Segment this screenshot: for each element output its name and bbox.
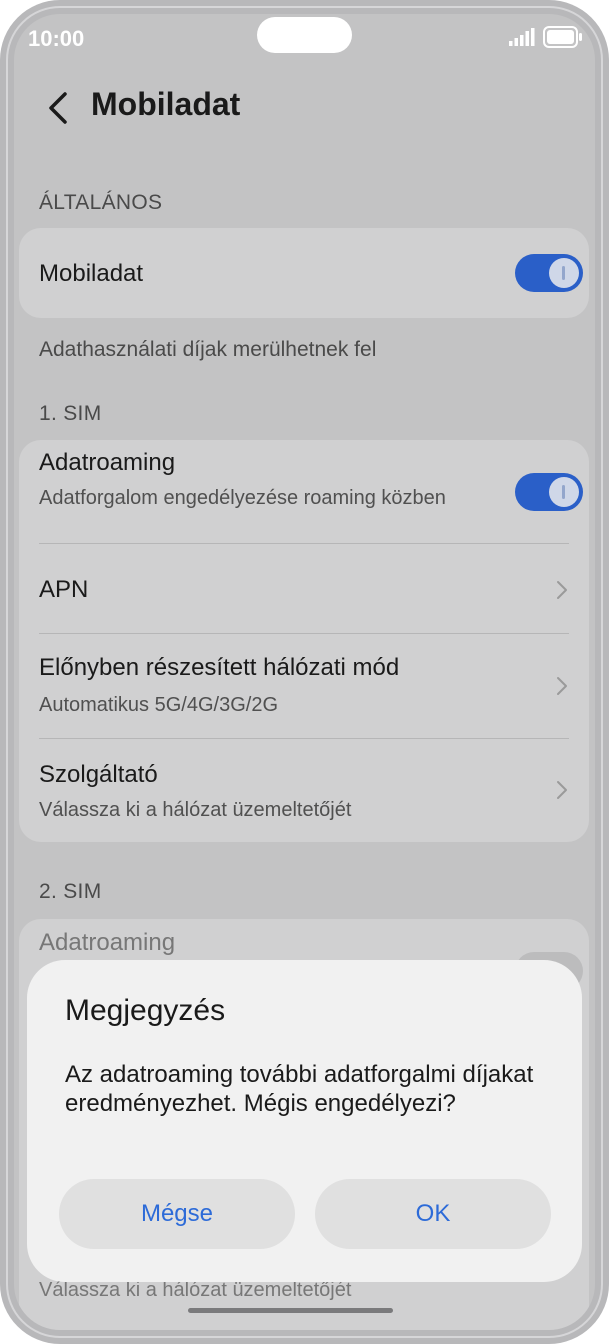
cancel-button[interactable]: Mégse [59, 1179, 295, 1249]
sim1-roaming-subtitle: Adatforgalom engedélyezése roaming közbe… [39, 487, 446, 509]
dynamic-island [257, 17, 352, 53]
operator-title: Szolgáltató [39, 761, 158, 788]
chevron-right-icon [557, 581, 567, 599]
mobile-data-label: Mobiladat [39, 260, 144, 287]
battery-icon [543, 26, 582, 48]
mobile-data-card: Mobiladat [19, 228, 589, 318]
screen: 10:00 Mobiladat ÁLTALÁNOS Mobiladat Adat… [14, 14, 595, 1330]
apn-label: APN [39, 576, 89, 603]
phone-frame: 10:00 Mobiladat ÁLTALÁNOS Mobiladat Adat… [0, 0, 609, 1344]
sim1-operator-row[interactable]: Szolgáltató Válassza ki a hálózat üzemel… [19, 739, 589, 842]
status-time: 10:00 [28, 26, 85, 51]
chevron-right-icon [557, 677, 567, 695]
sim1-roaming-title: Adatroaming [39, 449, 176, 476]
page-title: Mobiladat [91, 86, 241, 122]
sim1-network-mode-row[interactable]: Előnyben részesített hálózati mód Automa… [19, 634, 589, 737]
network-mode-title: Előnyben részesített hálózati mód [39, 654, 400, 681]
sim1-roaming-toggle[interactable] [515, 473, 583, 511]
chevron-right-icon [557, 781, 567, 799]
section-sim2-label: 2. SIM [39, 880, 102, 903]
mobile-data-toggle[interactable] [515, 254, 583, 292]
operator-subtitle: Válassza ki a hálózat üzemeltetőjét [39, 799, 352, 821]
data-charge-hint: Adathasználati díjak merülhetnek fel [39, 338, 377, 361]
sim1-roaming-row[interactable]: Adatroaming Adatforgalom engedélyezése r… [19, 440, 589, 543]
section-general-label: ÁLTALÁNOS [39, 191, 163, 214]
section-sim1-label: 1. SIM [39, 402, 102, 425]
dialog-message: Az adatroaming további adatforgalmi díja… [65, 1061, 534, 1117]
ok-button[interactable]: OK [315, 1179, 551, 1249]
toggle-knob [549, 258, 579, 288]
back-arrow-icon[interactable] [44, 90, 74, 126]
sim1-apn-row[interactable]: APN [19, 544, 589, 632]
dialog-title: Megjegyzés [65, 994, 226, 1027]
toggle-knob [549, 477, 579, 507]
sim1-card: Adatroaming Adatforgalom engedélyezése r… [19, 440, 589, 842]
home-indicator[interactable] [188, 1308, 393, 1313]
roaming-confirm-dialog: Megjegyzés Az adatroaming további adatfo… [27, 960, 582, 1282]
signal-icon [509, 28, 535, 46]
network-mode-value: Automatikus 5G/4G/3G/2G [39, 694, 278, 716]
sim2-roaming-title: Adatroaming [39, 929, 176, 956]
